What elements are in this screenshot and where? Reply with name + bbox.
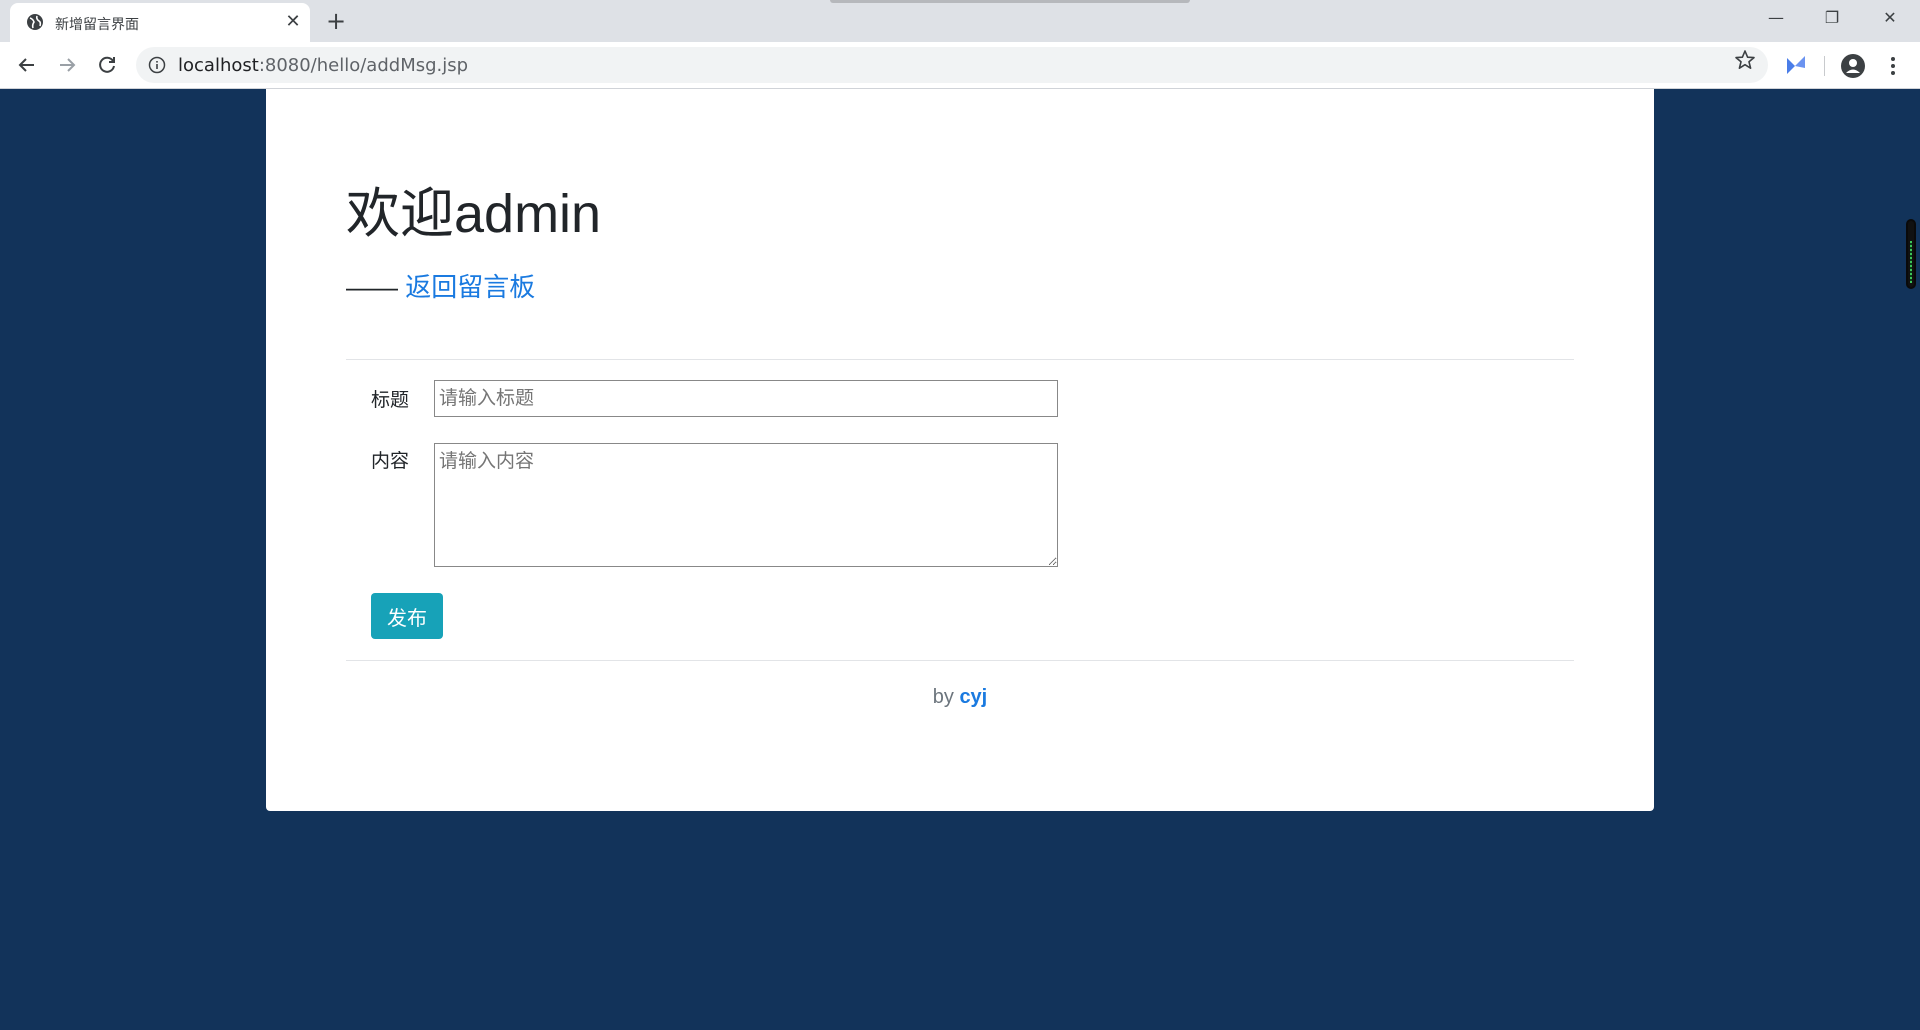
globe-icon [27,14,43,30]
tab-strip: 新增留言界面 ✕ + — ❐ ✕ [0,0,1920,42]
content-label: 内容 [371,451,410,472]
footer-by: by [932,686,960,708]
browser-tab[interactable]: 新增留言界面 ✕ [10,3,310,42]
footer: by cyj [266,686,1654,709]
new-tab-button[interactable]: + [322,8,350,36]
minimize-button[interactable]: — [1748,0,1804,36]
reload-icon[interactable] [92,50,122,80]
back-prefix: —— [346,272,406,302]
title-label: 标题 [371,390,410,411]
info-icon[interactable] [148,56,166,74]
url-path: :8080/hello/addMsg.jsp [258,55,469,76]
content-card: 欢迎admin —— 返回留言板 标题 内容 发布 by cyj [266,89,1654,811]
url-text[interactable]: localhost:8080/hello/addMsg.jsp [178,55,468,76]
tab-close-icon[interactable]: ✕ [282,11,304,33]
more-menu-icon[interactable] [1884,53,1902,79]
page-title: 欢迎admin [346,184,602,244]
back-line: —— 返回留言板 [346,267,535,304]
scroll-widget[interactable] [1906,219,1916,289]
address-bar[interactable]: localhost:8080/hello/addMsg.jsp [136,47,1768,83]
restore-button[interactable]: ❐ [1804,0,1860,36]
url-host: localhost [178,55,259,76]
close-window-button[interactable]: ✕ [1862,0,1918,36]
footer-divider [346,660,1574,661]
divider [346,359,1574,360]
scroll-widget-fill [1910,241,1912,283]
content-textarea[interactable] [434,443,1058,567]
toolbar-divider [1824,56,1825,76]
footer-author: cyj [959,686,988,708]
publish-button[interactable]: 发布 [371,593,443,639]
page-viewport: 欢迎admin —— 返回留言板 标题 内容 发布 by cyj [0,89,1920,1030]
browser-toolbar: localhost:8080/hello/addMsg.jsp [0,42,1920,89]
back-to-board-link[interactable]: 返回留言板 [405,272,535,302]
title-input[interactable] [434,380,1058,417]
top-edge-shadow [830,0,1190,3]
bookmark-star-icon[interactable] [1734,49,1756,71]
forward-arrow-icon[interactable] [52,50,82,80]
back-arrow-icon[interactable] [12,50,42,80]
extension-icon[interactable] [1784,54,1808,76]
profile-icon[interactable] [1840,53,1866,79]
tab-title: 新增留言界面 [55,17,139,33]
